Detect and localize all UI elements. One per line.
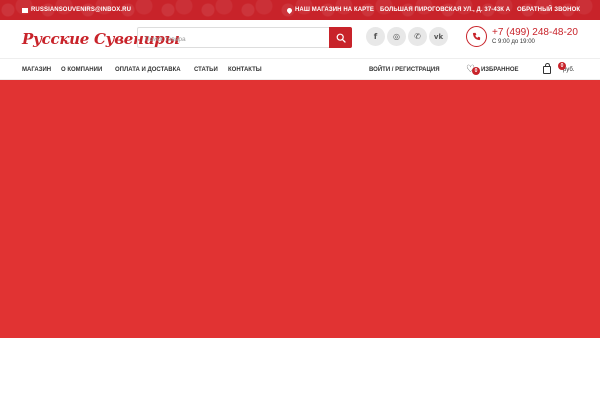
email-text: RUSSIANSOUVENIRS@INBOX.RU	[31, 7, 132, 13]
nav-item-contacts[interactable]: КОНТАКТЫ	[228, 59, 262, 80]
callback-link[interactable]: ОБРАТНЫЙ ЗВОНОК	[517, 0, 580, 20]
nav-item-shop[interactable]: МАГАЗИН	[22, 59, 51, 80]
address-text: БОЛЬШАЯ ПИРОГОВСКАЯ УЛ., Д. 37-43К А	[380, 7, 511, 13]
login-link[interactable]: ВОЙТИ / РЕГИСТРАЦИЯ	[369, 59, 440, 80]
nav-item-delivery[interactable]: ОПЛАТА И ДОСТАВКА	[115, 59, 181, 80]
map-pin-icon	[285, 6, 294, 14]
map-link[interactable]: НАШ МАГАЗИН НА КАРТЕ	[285, 0, 375, 20]
mail-icon	[22, 7, 28, 13]
email-link[interactable]: RUSSIANSOUVENIRS@INBOX.RU	[22, 0, 131, 20]
phone-icon[interactable]	[466, 26, 487, 47]
nav-item-about[interactable]: О КОМПАНИИ	[61, 59, 102, 80]
search-icon	[336, 33, 346, 43]
social-links: f ◎ ✆ vk	[366, 27, 448, 46]
content-area	[0, 338, 600, 400]
cart-link[interactable]: 0 руб.	[543, 59, 574, 80]
favorites-count-badge: 0	[472, 67, 480, 75]
shopping-bag-icon	[543, 62, 551, 74]
whatsapp-icon[interactable]: ✆	[408, 27, 427, 46]
search-input[interactable]	[138, 30, 328, 49]
instagram-icon[interactable]: ◎	[387, 27, 406, 46]
header: Русские Сувениры f ◎ ✆ vk +7 (499) 248-4…	[0, 20, 600, 58]
favorites-label: ИЗБРАННОЕ	[480, 66, 519, 73]
hero-banner	[0, 80, 600, 338]
vk-icon[interactable]: vk	[429, 27, 448, 46]
main-nav: МАГАЗИН О КОМПАНИИ ОПЛАТА И ДОСТАВКА СТА…	[0, 58, 600, 80]
cart-count-badge: 0	[558, 62, 566, 70]
search-button[interactable]	[329, 27, 352, 48]
work-hours: С 9:00 до 19:00	[492, 39, 535, 45]
favorites-link[interactable]: ♡ 0 ИЗБРАННОЕ	[466, 59, 519, 80]
nav-item-articles[interactable]: СТАТЬИ	[194, 59, 218, 80]
facebook-icon[interactable]: f	[366, 27, 385, 46]
handset-icon	[472, 32, 481, 41]
search-form	[137, 27, 352, 49]
top-bar: RUSSIANSOUVENIRS@INBOX.RU НАШ МАГАЗИН НА…	[0, 0, 600, 20]
map-link-text: НАШ МАГАЗИН НА КАРТЕ	[295, 7, 375, 13]
phone-number[interactable]: +7 (499) 248-48-20	[492, 27, 578, 38]
